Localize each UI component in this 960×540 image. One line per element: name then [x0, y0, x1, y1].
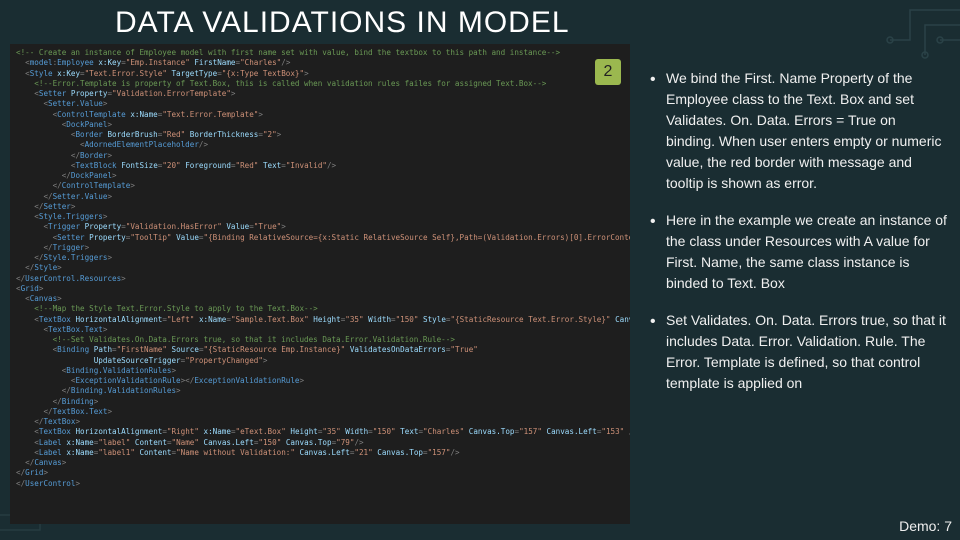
code-snippet: <!-- Create an instance of Employee mode…	[10, 44, 630, 524]
bullet-item: Here in the example we create an instanc…	[650, 210, 948, 294]
step-badge: 2	[595, 59, 621, 85]
bullet-list: We bind the First. Name Property of the …	[650, 68, 948, 410]
demo-label: Demo: 7	[899, 518, 952, 534]
bullet-item: We bind the First. Name Property of the …	[650, 68, 948, 194]
bullet-item: Set Validates. On. Data. Errors true, so…	[650, 310, 948, 394]
slide-title: DATA VALIDATIONS IN MODEL	[115, 6, 570, 40]
